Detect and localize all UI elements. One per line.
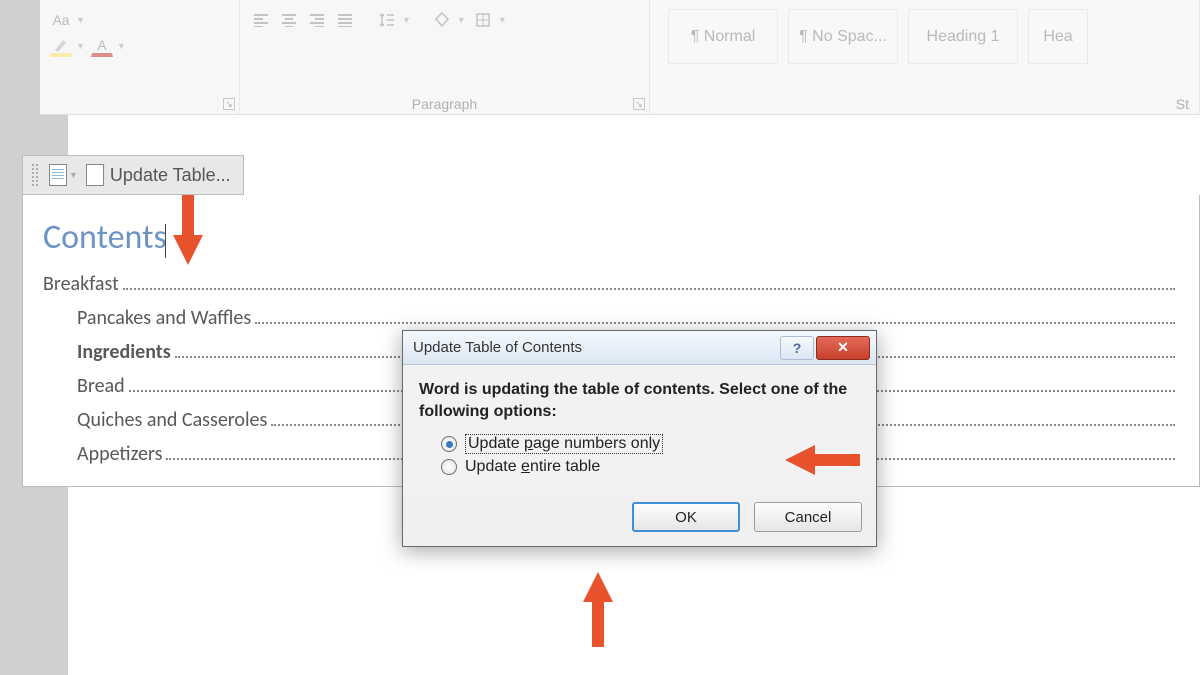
toc-leader	[123, 288, 1175, 290]
style-tile-normal[interactable]: ¶ Normal	[668, 9, 778, 64]
ribbon: Aa ▼ ▼ A ▼ ↘ ▼ ▼ ▼ Paragraph ↘ ¶ Normal ¶ …	[40, 0, 1200, 115]
style-tile-heading1[interactable]: Heading 1	[908, 9, 1018, 64]
toc-entry-label: Bread	[77, 374, 125, 398]
text-cursor-icon	[165, 224, 166, 258]
style-tile-no-spacing[interactable]: ¶ No Spac...	[788, 9, 898, 64]
toc-leader	[255, 322, 1175, 324]
toc-menu-button[interactable]: ▼	[45, 162, 82, 188]
chevron-down-icon[interactable]: ▼	[76, 41, 85, 51]
ribbon-group-styles: ¶ Normal ¶ No Spac... Heading 1 Hea St	[650, 0, 1200, 114]
toc-entry[interactable]: Pancakes and Waffles	[43, 306, 1179, 330]
shading-icon[interactable]	[431, 9, 453, 31]
chevron-down-icon[interactable]: ▼	[457, 15, 466, 25]
update-table-label: Update Table...	[110, 165, 231, 186]
close-icon: ✕	[837, 339, 849, 356]
radio-update-entire-table[interactable]: Update entire table	[441, 458, 860, 476]
chevron-down-icon[interactable]: ▼	[76, 15, 85, 25]
ribbon-group-label: St	[650, 96, 1199, 112]
dialog-launcher-icon[interactable]: ↘	[633, 98, 645, 110]
chevron-down-icon: ▼	[69, 170, 78, 180]
borders-icon[interactable]	[472, 9, 494, 31]
dialog-launcher-icon[interactable]: ↘	[223, 98, 235, 110]
align-left-icon[interactable]	[250, 9, 272, 31]
line-spacing-icon[interactable]	[376, 9, 398, 31]
dialog-titlebar[interactable]: Update Table of Contents ? ✕	[403, 331, 876, 365]
radio-label: Update page numbers only	[465, 434, 663, 454]
toc-entry-label: Appetizers	[77, 442, 162, 466]
chevron-down-icon[interactable]: ▼	[117, 41, 126, 51]
ribbon-group-font: Aa ▼ ▼ A ▼ ↘	[40, 0, 240, 114]
align-center-icon[interactable]	[278, 9, 300, 31]
align-justify-icon[interactable]	[334, 9, 356, 31]
close-button[interactable]: ✕	[816, 336, 870, 360]
ribbon-group-paragraph: ▼ ▼ ▼ Paragraph ↘	[240, 0, 650, 114]
radio-icon	[441, 436, 457, 452]
dialog-title: Update Table of Contents	[413, 339, 582, 356]
radio-label: Update entire table	[465, 458, 600, 476]
drag-handle-icon[interactable]	[31, 163, 39, 187]
ok-button[interactable]: OK	[632, 502, 740, 532]
cancel-button[interactable]: Cancel	[754, 502, 862, 532]
radio-update-page-numbers[interactable]: Update page numbers only	[441, 434, 860, 454]
toc-entry-label: Quiches and Casseroles	[77, 408, 267, 432]
update-table-button[interactable]: ! Update Table...	[82, 162, 235, 188]
help-icon: ?	[793, 340, 802, 356]
toc-title-text: Contents	[43, 217, 167, 258]
toc-entry-label: Pancakes and Waffles	[77, 306, 251, 330]
ribbon-group-label: Paragraph	[240, 96, 649, 112]
toc-entry-label: Breakfast	[43, 272, 119, 296]
update-toc-dialog: Update Table of Contents ? ✕ Word is upd…	[402, 330, 877, 547]
text-highlight-icon[interactable]	[50, 35, 72, 57]
dialog-instruction: Word is updating the table of contents. …	[419, 379, 860, 422]
toc-title[interactable]: Contents	[43, 217, 1179, 258]
chevron-down-icon[interactable]: ▼	[402, 15, 411, 25]
toc-entry[interactable]: Breakfast	[43, 272, 1179, 296]
align-right-icon[interactable]	[306, 9, 328, 31]
toc-toolbar: ▼ ! Update Table...	[22, 155, 244, 195]
style-tile-heading2[interactable]: Hea	[1028, 9, 1088, 64]
help-button[interactable]: ?	[780, 336, 814, 360]
change-case-icon[interactable]: Aa	[50, 9, 72, 31]
document-icon	[49, 164, 67, 186]
dialog-button-row: OK Cancel	[403, 494, 876, 546]
chevron-down-icon[interactable]: ▼	[498, 15, 507, 25]
font-color-icon[interactable]: A	[91, 35, 113, 57]
radio-icon	[441, 459, 457, 475]
toc-entry-label: Ingredients	[77, 340, 171, 364]
document-icon	[86, 164, 104, 186]
dialog-body: Word is updating the table of contents. …	[403, 365, 876, 494]
